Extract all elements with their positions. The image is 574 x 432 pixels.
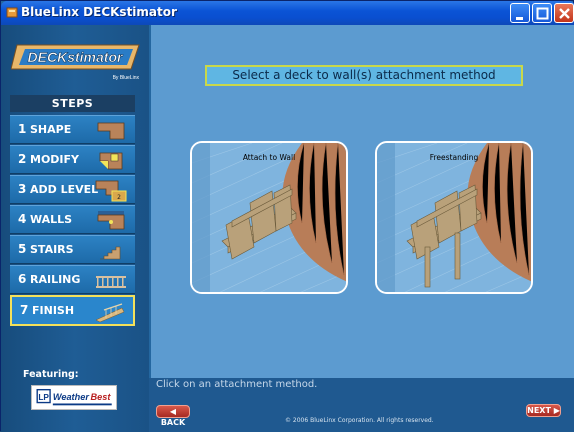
svg-text:2: 2: [117, 194, 121, 201]
svg-text:Weather: Weather: [53, 392, 90, 402]
step-stairs[interactable]: 5 STAIRS: [10, 235, 135, 264]
title-bar[interactable]: BlueLinx DECKstimator: [1, 1, 574, 25]
modify-icon: [99, 152, 123, 170]
maximize-icon: [536, 7, 549, 20]
option-label: Freestanding: [429, 153, 479, 162]
svg-text:DECKstimator: DECKstimator: [28, 49, 124, 65]
step-label: RAILING: [30, 273, 81, 286]
step-label: ADD LEVEL: [30, 183, 99, 196]
step-label: STAIRS: [30, 243, 74, 256]
close-icon: [559, 8, 570, 19]
step-number: 2: [18, 152, 27, 166]
shape-icon: [97, 122, 125, 140]
step-label: WALLS: [30, 213, 73, 226]
svg-text:LP: LP: [38, 393, 49, 402]
step-finish[interactable]: 7 FINISH: [10, 295, 135, 326]
step-modify[interactable]: 2 MODIFY: [10, 145, 135, 174]
hint-text: Click on an attachment method.: [156, 379, 318, 390]
step-shape[interactable]: 1 SHAPE: [10, 115, 135, 144]
railing-icon: [96, 276, 126, 288]
back-button[interactable]: ◀ BACK: [156, 405, 190, 427]
app-icon: [6, 7, 18, 18]
close-button[interactable]: [554, 3, 574, 23]
step-walls[interactable]: 4 WALLS: [10, 205, 135, 234]
freestanding-illustration: [377, 143, 531, 292]
featuring-label: Featuring:: [23, 369, 79, 380]
minimize-icon: [516, 17, 523, 20]
svg-text:By BlueLinx: By BlueLinx: [113, 75, 140, 81]
steps-panel: STEPS 1 SHAPE 2 MODIFY 3 ADD LEVEL 2 4 W…: [10, 95, 135, 353]
freestanding-option[interactable]: Freestanding: [375, 141, 533, 294]
deckstimator-logo: DECKstimator By BlueLinx: [11, 44, 140, 81]
lp-weatherbest-logo: LP Weather Best: [31, 385, 117, 410]
step-number: 3: [18, 182, 27, 196]
step-number: 5: [18, 242, 27, 256]
copyright-text: © 2006 BlueLinx Corporation. All rights …: [285, 417, 434, 424]
step-label: MODIFY: [30, 153, 80, 166]
step-number: 7: [20, 303, 29, 317]
finish-icon: [95, 303, 125, 323]
step-add-level[interactable]: 3 ADD LEVEL 2: [10, 175, 135, 204]
main-panel: Select a deck to wall(s) attachment meth…: [151, 25, 574, 378]
walls-icon: [97, 211, 125, 230]
step-label: FINISH: [32, 304, 75, 317]
add-level-icon: 2: [95, 180, 127, 202]
stairs-icon: [100, 246, 121, 260]
app-window: BlueLinx DECKstimator DECKstimator By Bl…: [0, 0, 574, 432]
step-railing[interactable]: 6 RAILING: [10, 265, 135, 294]
option-label: Attach to Wall: [242, 153, 296, 162]
minimize-button[interactable]: [510, 3, 530, 23]
window-title: BlueLinx DECKstimator: [21, 5, 177, 19]
step-number: 4: [18, 212, 27, 226]
svg-text:Best: Best: [91, 392, 112, 402]
next-button[interactable]: NEXT ▶: [526, 404, 561, 417]
step-number: 1: [18, 122, 27, 136]
instruction-banner: Select a deck to wall(s) attachment meth…: [205, 65, 523, 86]
step-number: 6: [18, 272, 27, 286]
maximize-button[interactable]: [532, 3, 552, 23]
sidebar: DECKstimator By BlueLinx STEPS 1 SHAPE 2…: [1, 25, 149, 432]
step-label: SHAPE: [30, 123, 72, 136]
attach-to-wall-option[interactable]: Attach to Wall: [190, 141, 348, 294]
steps-header: STEPS: [10, 95, 135, 112]
attach-to-wall-illustration: [192, 143, 346, 292]
